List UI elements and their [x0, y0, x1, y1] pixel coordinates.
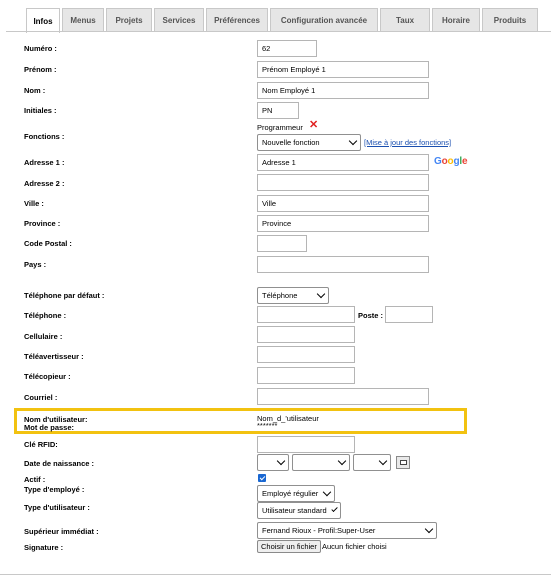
signature-label: Signature : [24, 543, 64, 552]
mise-a-jour-fonctions-link[interactable]: [Mise à jour des fonctions] [364, 138, 451, 147]
teleavertisseur-label: Téléavertisseur : [24, 352, 84, 361]
courriel-field[interactable] [257, 388, 429, 405]
tab-preferences[interactable]: Préférences [206, 8, 268, 32]
nom-label: Nom : [24, 86, 46, 95]
date-jour-select[interactable] [257, 454, 289, 471]
code-postal-field[interactable] [257, 235, 307, 252]
tab-produits[interactable]: Produits [482, 8, 538, 32]
type-utilisateur-select[interactable]: Utilisateur standard [257, 502, 341, 519]
poste-label: Poste : [358, 311, 384, 320]
tab-configuration-avancee[interactable]: Configuration avancée [270, 8, 378, 32]
fonction-select-value: Nouvelle fonction [262, 138, 320, 147]
type-utilisateur-value: Utilisateur standard [262, 506, 327, 515]
chevron-down-icon [348, 136, 358, 146]
fonction-existante: Programmeur [257, 123, 303, 132]
type-employe-select[interactable]: Employé régulier [257, 485, 335, 502]
fonction-select[interactable]: Nouvelle fonction [257, 134, 361, 151]
chevron-down-icon [378, 456, 388, 466]
tab-menus[interactable]: Menus [62, 8, 104, 32]
numero-label: Numéro : [24, 44, 57, 53]
chevron-down-icon [276, 456, 286, 466]
superieur-select[interactable]: Fernand Rioux - Profil:Super-User [257, 522, 437, 539]
tab-services[interactable]: Services [154, 8, 204, 32]
telecopieur-field[interactable] [257, 367, 355, 384]
bottom-divider [0, 574, 551, 575]
google-logo-letter: e [461, 156, 468, 167]
date-annee-select[interactable] [353, 454, 391, 471]
chevron-down-icon [316, 289, 326, 299]
prenom-field[interactable]: Prénom Employé 1 [257, 61, 429, 78]
chevron-down-icon [322, 487, 332, 497]
telecopieur-label: Télécopieur : [24, 372, 71, 381]
actif-label: Actif : [24, 475, 46, 484]
code-postal-label: Code Postal : [24, 239, 72, 248]
calendar-icon[interactable] [396, 456, 410, 469]
initiales-field[interactable]: PN [257, 102, 299, 119]
remove-fonction-icon[interactable]: ✕ [309, 120, 318, 131]
pays-label: Pays : [24, 260, 47, 269]
mot-de-passe-value: ******* [257, 421, 278, 430]
numero-field[interactable]: 62 [257, 40, 317, 57]
actif-checkbox[interactable] [258, 474, 266, 482]
file-status: Aucun fichier choisi [322, 542, 387, 551]
superieur-label: Supérieur immédiat : [24, 527, 99, 536]
date-mois-select[interactable] [292, 454, 350, 471]
adresse1-label: Adresse 1 : [24, 158, 65, 167]
type-employe-label: Type d'employé : [24, 485, 85, 494]
google-logo-letter: G [434, 156, 442, 167]
initiales-label: Initiales : [24, 106, 57, 115]
poste-field[interactable] [385, 306, 433, 323]
telephone-field[interactable] [257, 306, 355, 323]
adresse1-field[interactable]: Adresse 1 [257, 154, 429, 171]
prenom-label: Prénom : [24, 65, 57, 74]
adresse2-label: Adresse 2 : [24, 179, 65, 188]
province-label: Province : [24, 219, 61, 228]
chevron-down-icon [330, 505, 338, 513]
tab-taux[interactable]: Taux [380, 8, 430, 32]
telephone-defaut-value: Téléphone [262, 291, 298, 300]
google-logo[interactable]: Google [434, 156, 468, 167]
courriel-label: Courriel : [24, 393, 58, 402]
adresse2-field[interactable] [257, 174, 429, 191]
mot-de-passe-label: Mot de passe: [24, 423, 75, 432]
type-employe-value: Employé régulier [262, 489, 319, 498]
telephone-defaut-select[interactable]: Téléphone [257, 287, 329, 304]
cle-rfid-field[interactable] [257, 436, 355, 453]
telephone-label: Téléphone : [24, 311, 67, 320]
type-utilisateur-label: Type d'utilisateur : [24, 503, 90, 512]
fonctions-label: Fonctions : [24, 132, 65, 141]
chevron-down-icon [424, 524, 434, 534]
pays-field[interactable] [257, 256, 429, 273]
tab-divider [6, 31, 551, 32]
tab-projets[interactable]: Projets [106, 8, 152, 32]
cle-rfid-label: Clé RFID: [24, 440, 58, 449]
telephone-defaut-label: Téléphone par défaut : [24, 291, 105, 300]
ville-label: Ville : [24, 199, 44, 208]
ville-field[interactable]: Ville [257, 195, 429, 212]
cellulaire-label: Cellulaire : [24, 332, 63, 341]
chevron-down-icon [337, 456, 347, 466]
cellulaire-field[interactable] [257, 326, 355, 343]
tab-horaire[interactable]: Horaire [432, 8, 480, 32]
tab-infos[interactable]: Infos [26, 8, 60, 33]
choose-file-button[interactable]: Choisir un fichier [257, 540, 321, 553]
teleavertisseur-field[interactable] [257, 346, 355, 363]
nom-field[interactable]: Nom Employé 1 [257, 82, 429, 99]
province-field[interactable]: Province [257, 215, 429, 232]
superieur-value: Fernand Rioux - Profil:Super-User [262, 526, 376, 535]
date-naissance-label: Date de naissance : [24, 459, 95, 468]
